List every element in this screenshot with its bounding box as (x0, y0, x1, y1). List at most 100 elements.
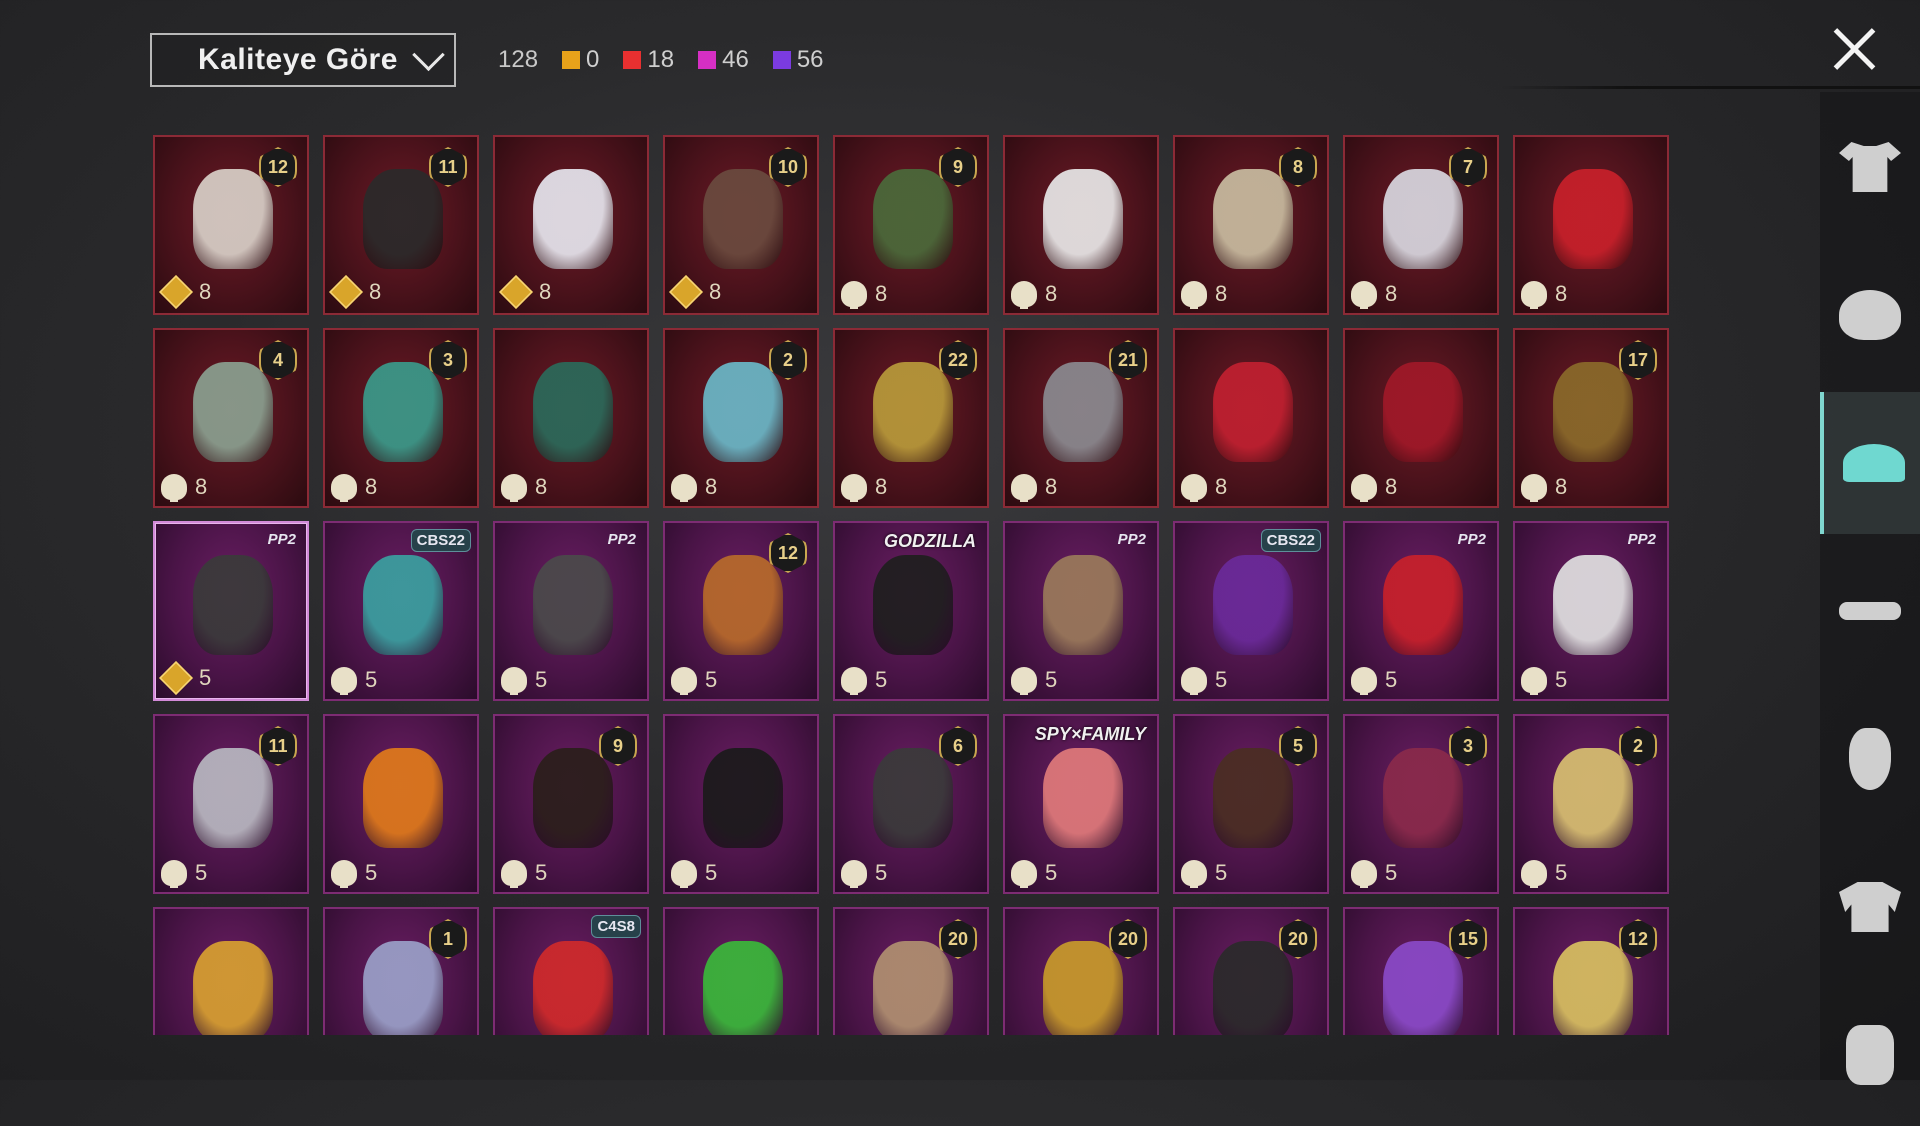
item-card[interactable]: 8 (1513, 135, 1669, 315)
price-value: 5 (365, 860, 378, 885)
item-card[interactable]: 38 (323, 328, 479, 508)
item-card[interactable]: 10 8 (663, 135, 819, 315)
item-card[interactable]: PP2 5 (153, 521, 309, 701)
cloud-coin-icon (331, 860, 357, 888)
sidebar-tab-glasses[interactable] (1820, 540, 1920, 682)
item-card[interactable]: 78 (1343, 135, 1499, 315)
level-badge: 15 (1449, 919, 1487, 959)
item-card[interactable]: 20 (833, 907, 989, 1035)
item-card[interactable]: 20 (1003, 907, 1159, 1035)
item-card[interactable]: 8 (1343, 328, 1499, 508)
price-value: 8 (1045, 281, 1058, 306)
price-value: 5 (875, 667, 888, 692)
item-preview (363, 941, 443, 1035)
level-badge: 11 (429, 147, 467, 187)
level-badge: 9 (599, 726, 637, 766)
item-card[interactable]: 11 8 (323, 135, 479, 315)
level-badge: 20 (939, 919, 977, 959)
item-card[interactable] (663, 907, 819, 1035)
item-preview (1383, 748, 1463, 848)
item-card[interactable]: CBS22 5 (1173, 521, 1329, 701)
rarity-color-swatch (623, 51, 642, 69)
item-price: 8 (159, 275, 211, 309)
cloud-coin-icon (671, 667, 697, 695)
item-card[interactable]: 95 (493, 714, 649, 894)
cloud-coin-icon (501, 860, 527, 888)
item-card[interactable]: 88 (1173, 135, 1329, 315)
cloud-coin-icon (1521, 474, 1547, 502)
item-preview (1213, 555, 1293, 655)
price-value: 8 (875, 474, 888, 499)
price-value: 8 (1385, 281, 1398, 306)
price-value: 5 (1215, 667, 1228, 692)
item-preview (703, 555, 783, 655)
rarity-count-orange: 0 (562, 46, 599, 74)
price-value: 5 (705, 860, 718, 885)
item-card[interactable]: 15 (1343, 907, 1499, 1035)
item-price: 5 (1521, 667, 1567, 695)
item-price: 8 (1011, 474, 1057, 502)
sidebar-tab-backpack[interactable] (1820, 984, 1920, 1126)
close-button[interactable] (1824, 18, 1884, 78)
sidebar-tab-shirt[interactable] (1820, 96, 1920, 238)
item-card[interactable]: 12 8 (153, 135, 309, 315)
level-badge: 2 (769, 340, 807, 380)
sort-dropdown[interactable]: Kaliteye Göre (150, 33, 456, 87)
rarity-count: 0 (586, 46, 600, 73)
sidebar-tab-cap[interactable] (1820, 392, 1920, 534)
total-count: 128 (498, 46, 539, 73)
item-preview (703, 169, 783, 269)
item-price: 8 (331, 474, 377, 502)
item-preview (1213, 362, 1293, 462)
item-card[interactable]: CBS22 5 (323, 521, 479, 701)
item-card[interactable]: 35 (1343, 714, 1499, 894)
item-card[interactable] (153, 907, 309, 1035)
item-card[interactable]: PP2 5 (1513, 521, 1669, 701)
season-badge: CBS22 (410, 529, 471, 552)
item-card[interactable]: PP2 5 (493, 521, 649, 701)
item-card[interactable]: 20 (1173, 907, 1329, 1035)
item-card[interactable]: 25 (1513, 714, 1669, 894)
item-card[interactable]: 12 (1513, 907, 1669, 1035)
item-card[interactable]: 5 (323, 714, 479, 894)
item-price: 5 (501, 667, 547, 695)
item-preview (1553, 941, 1633, 1035)
level-badge: 8 (1279, 147, 1317, 187)
item-card[interactable]: 8 (493, 328, 649, 508)
item-preview (193, 748, 273, 848)
cloud-coin-icon (671, 860, 697, 888)
cloud-coin-icon (841, 860, 867, 888)
item-preview (533, 941, 613, 1035)
sidebar-tab-jacket[interactable] (1820, 836, 1920, 978)
cloud-coin-icon (1181, 860, 1207, 888)
sidebar-tab-mask[interactable] (1820, 688, 1920, 830)
item-price: 5 (1011, 860, 1057, 888)
item-preview (1043, 555, 1123, 655)
item-card[interactable]: 8 (1173, 328, 1329, 508)
item-card[interactable]: 55 (1173, 714, 1329, 894)
item-card[interactable]: 8 (1003, 135, 1159, 315)
item-card[interactable]: 22 8 (833, 328, 989, 508)
item-card[interactable]: 21 8 (1003, 328, 1159, 508)
item-card[interactable]: 28 (663, 328, 819, 508)
item-price: 8 (1011, 281, 1058, 309)
item-card[interactable]: 98 (833, 135, 989, 315)
item-card[interactable]: 65 (833, 714, 989, 894)
item-card[interactable]: 17 8 (1513, 328, 1669, 508)
cloud-coin-icon (1181, 281, 1207, 309)
item-card[interactable]: 48 (153, 328, 309, 508)
item-card[interactable]: 8 (493, 135, 649, 315)
item-card[interactable]: 5 (663, 714, 819, 894)
item-card[interactable]: SPY×FAMILY 5 (1003, 714, 1159, 894)
item-card[interactable]: PP2 5 (1003, 521, 1159, 701)
sidebar-tab-hair[interactable] (1820, 244, 1920, 386)
collab-badge: SPY×FAMILY (1034, 724, 1146, 744)
item-card[interactable]: C4S8 (493, 907, 649, 1035)
item-card[interactable]: GODZILLA 5 (833, 521, 989, 701)
item-preview (1043, 362, 1123, 462)
item-card[interactable]: 11 5 (153, 714, 309, 894)
item-card[interactable]: PP2 5 (1343, 521, 1499, 701)
cloud-coin-icon (1351, 860, 1377, 888)
item-card[interactable]: 1 (323, 907, 479, 1035)
item-card[interactable]: 12 5 (663, 521, 819, 701)
